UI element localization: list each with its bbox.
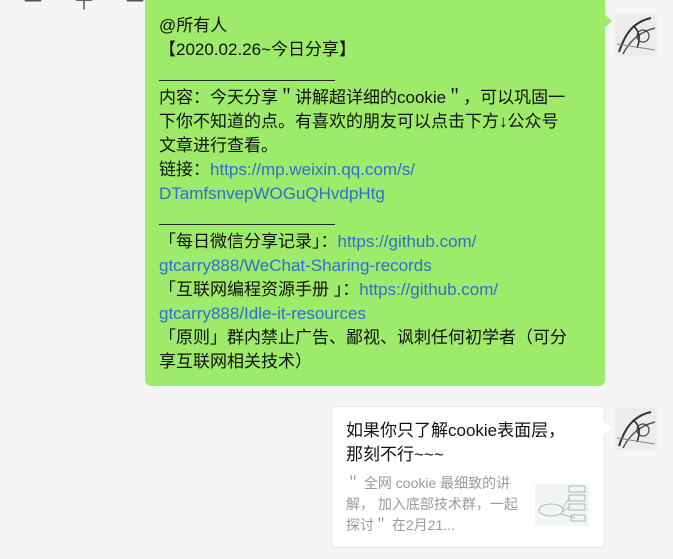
message-line: 内容：今天分享＂讲解超详细的cookie＂，可以巩固一 [159, 88, 566, 107]
message-link[interactable]: https://mp.weixin.qq.com/s/ [210, 160, 415, 179]
shared-article-card[interactable]: 如果你只了解cookie表面层，那刻不行~~~ ＂ 全网 cookie 最细致的… [331, 406, 612, 548]
message-line-label: 「每日微信分享记录」： [159, 232, 338, 251]
message-line: 下你不知道的点。有喜欢的朋友可以点击下方↓公众号 [159, 112, 559, 131]
message-link-line: gtcarry888/WeChat-Sharing-records [159, 254, 593, 278]
message-link-line: DTamfsnvepWOGuQHvdpHtg [159, 182, 593, 206]
bubble-tail [604, 14, 612, 28]
message-line-with-link: 「互联网编程资源手册 」：https://github.com/ [159, 278, 593, 302]
chat-message-bubble[interactable]: @所有人【2020.02.26~今日分享】内容：今天分享＂讲解超详细的cooki… [145, 0, 612, 386]
message-line-label: 链接： [159, 160, 210, 179]
sender-avatar-2[interactable] [615, 408, 657, 450]
separator-line [159, 206, 593, 230]
diagram-thumbnail-icon [535, 484, 589, 526]
message-link[interactable]: gtcarry888/WeChat-Sharing-records [159, 256, 432, 275]
message-line: 【2020.02.26~今日分享】 [159, 40, 357, 59]
message-line-with-link: 「每日微信分享记录」：https://github.com/ [159, 230, 593, 254]
message-line: 享互联网相关技术） [159, 352, 312, 371]
message-link[interactable]: https://github.com/ [359, 280, 498, 299]
card-tail [604, 421, 612, 435]
article-title: 如果你只了解cookie表面层，那刻不行~~~ [346, 421, 566, 464]
message-line: @所有人 [159, 16, 228, 35]
message-content: @所有人【2020.02.26~今日分享】内容：今天分享＂讲解超详细的cooki… [159, 14, 593, 374]
separator-line [159, 62, 593, 86]
sender-avatar[interactable] [615, 14, 657, 56]
message-line: 文章进行查看。 [159, 136, 278, 155]
sketch-avatar-icon [615, 14, 657, 56]
sketch-avatar-icon [615, 408, 657, 450]
message-line-with-link: 链接：https://mp.weixin.qq.com/s/ [159, 158, 593, 182]
message-link[interactable]: gtcarry888/Idle-it-resources [159, 304, 366, 323]
message-line-label: 「互联网编程资源手册 」： [159, 280, 360, 299]
article-description: ＂ 全网 cookie 最细致的讲解， 加入底部技术群，一起探讨＂ 在2月21.… [346, 475, 518, 533]
message-line: 「原则」群内禁止广告、鄙视、讽刺任何初学者（可分 [159, 328, 567, 347]
message-link-line: gtcarry888/Idle-it-resources [159, 302, 593, 326]
article-thumbnail [535, 484, 589, 526]
message-link[interactable]: https://github.com/ [338, 232, 477, 251]
message-link[interactable]: DTamfsnvepWOGuQHvdpHtg [159, 184, 385, 203]
